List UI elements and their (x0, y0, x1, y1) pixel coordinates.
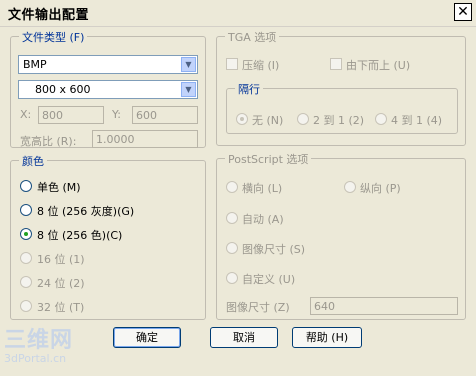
portrait-label: 纵向 (P) (360, 182, 401, 195)
custom-label: 自定义 (U) (242, 273, 296, 286)
bottom-up-label: 由下而上 (U) (346, 59, 411, 72)
portrait-radio[interactable] (344, 181, 356, 193)
bit-16-label: 16 位 (1) (37, 253, 85, 266)
image-size-field-value: 640 (314, 300, 335, 313)
file-type-value: BMP (23, 58, 47, 71)
landscape-radio[interactable] (226, 181, 238, 193)
compress-label: 压缩 (I) (242, 59, 280, 72)
compress-checkbox[interactable] (226, 58, 238, 70)
interlace-none-label: 无 (N) (252, 114, 284, 127)
gray-256-radio[interactable] (20, 204, 32, 216)
color-256-label: 8 位 (256 色)(C) (37, 229, 123, 242)
image-size-label: 图像尺寸 (S) (242, 243, 306, 256)
file-type-legend: 文件类型 (F) (19, 29, 88, 45)
close-icon[interactable]: ✕ (454, 3, 472, 21)
window-title: 文件输出配置 (8, 8, 90, 23)
watermark-url: 3dPortal.cn (4, 352, 67, 365)
chevron-down-icon[interactable]: ▼ (181, 82, 196, 97)
image-size-value: 800 x 600 (35, 83, 91, 96)
bit-16-radio[interactable] (20, 252, 32, 264)
x-input[interactable]: 800 (38, 106, 104, 124)
bit-32-label: 32 位 (T) (37, 301, 85, 314)
title-bar: 文件输出配置 ✕ (0, 0, 476, 27)
y-value: 600 (136, 109, 157, 122)
interlace-4to1-radio[interactable] (375, 113, 387, 125)
postscript-legend: PostScript 选项 (225, 151, 312, 167)
gray-256-label: 8 位 (256 灰度)(G) (37, 205, 135, 218)
image-size-select[interactable]: 800 x 600 ▼ (18, 80, 198, 99)
watermark-logo: 三维网 3dPortal.cn (4, 322, 73, 365)
bit-32-radio[interactable] (20, 300, 32, 312)
image-size-field-label: 图像尺寸 (Z) (226, 301, 290, 314)
y-label: Y: (112, 108, 121, 121)
aspect-ratio-label: 宽高比 (R): (20, 135, 77, 148)
mono-label: 单色 (M) (37, 181, 81, 194)
interlace-legend: 隔行 (235, 81, 263, 97)
interlace-2to1-radio[interactable] (297, 113, 309, 125)
aspect-ratio-value: 1.0000 (96, 133, 135, 146)
cancel-button[interactable]: 取消 (210, 327, 278, 348)
interlace-none-radio[interactable] (236, 113, 248, 125)
custom-radio[interactable] (226, 272, 238, 284)
auto-label: 自动 (A) (242, 213, 284, 226)
bit-24-radio[interactable] (20, 276, 32, 288)
ok-button[interactable]: 确定 (113, 327, 181, 348)
landscape-label: 横向 (L) (242, 182, 283, 195)
interlace-2to1-label: 2 到 1 (2) (313, 114, 365, 127)
x-value: 800 (42, 109, 63, 122)
chevron-down-icon[interactable]: ▼ (181, 57, 196, 72)
interlace-4to1-label: 4 到 1 (4) (391, 114, 443, 127)
color-legend: 颜色 (19, 153, 47, 169)
mono-radio[interactable] (20, 180, 32, 192)
bottom-up-checkbox[interactable] (330, 58, 342, 70)
image-size-radio[interactable] (226, 242, 238, 254)
auto-radio[interactable] (226, 212, 238, 224)
aspect-ratio-input[interactable]: 1.0000 (92, 130, 198, 148)
bit-24-label: 24 位 (2) (37, 277, 85, 290)
help-button[interactable]: 帮助 (H) (292, 327, 362, 348)
image-size-field-input[interactable]: 640 (310, 297, 458, 315)
x-label: X: (20, 108, 32, 121)
tga-legend: TGA 选项 (225, 29, 280, 45)
watermark-logo-text: 三维网 (4, 328, 74, 353)
y-input[interactable]: 600 (132, 106, 198, 124)
color-256-radio[interactable] (20, 228, 32, 240)
file-type-select[interactable]: BMP ▼ (18, 55, 198, 74)
